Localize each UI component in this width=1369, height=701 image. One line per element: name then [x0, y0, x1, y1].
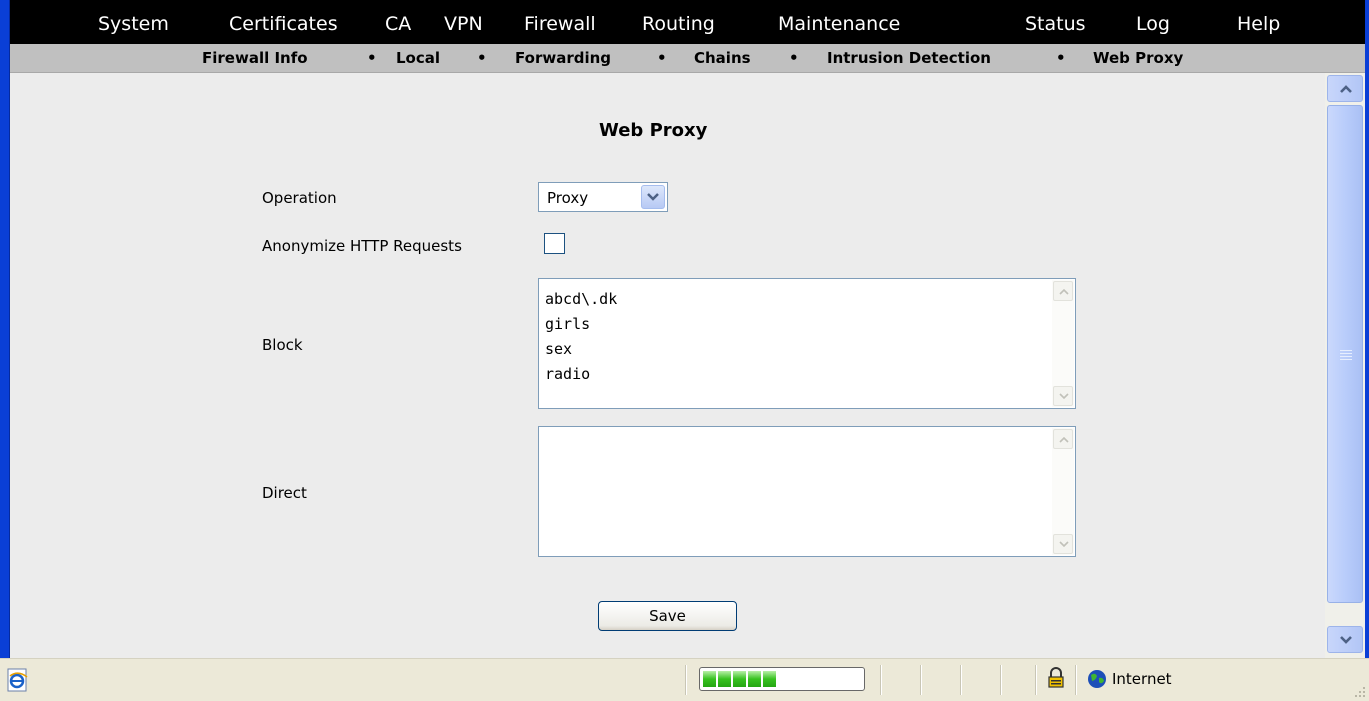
submenu-local[interactable]: Local	[396, 49, 440, 67]
progress-block	[763, 671, 776, 687]
menu-ca[interactable]: CA	[385, 13, 411, 35]
menu-help[interactable]: Help	[1237, 13, 1280, 35]
direct-textarea[interactable]	[538, 426, 1076, 557]
menu-vpn[interactable]: VPN	[444, 13, 483, 35]
anonymize-checkbox[interactable]	[544, 233, 565, 254]
submenu-intrusion-detection[interactable]: Intrusion Detection	[827, 49, 991, 67]
submenu-separator: •	[789, 49, 799, 67]
menu-firewall[interactable]: Firewall	[524, 13, 596, 35]
progress-block	[703, 671, 716, 687]
menu-maintenance[interactable]: Maintenance	[778, 13, 900, 35]
scrollbar-thumb[interactable]	[1327, 105, 1363, 603]
scroll-up-icon[interactable]	[1053, 429, 1073, 449]
menu-certificates[interactable]: Certificates	[229, 13, 338, 35]
main-menu: System Certificates CA VPN Firewall Rout…	[10, 0, 1365, 44]
page-scrollbar[interactable]	[1325, 73, 1365, 658]
progress-block	[733, 671, 746, 687]
scroll-up-icon[interactable]	[1053, 281, 1073, 301]
menu-system[interactable]: System	[98, 13, 169, 35]
submenu-chains[interactable]: Chains	[694, 49, 751, 67]
window-frame-right	[1365, 0, 1369, 658]
scroll-up-icon[interactable]	[1327, 75, 1363, 102]
direct-label: Direct	[262, 484, 307, 502]
submenu-web-proxy[interactable]: Web Proxy	[1093, 49, 1183, 67]
submenu-forwarding[interactable]: Forwarding	[515, 49, 611, 67]
chevron-down-icon[interactable]	[641, 185, 665, 209]
submenu-separator: •	[477, 49, 487, 67]
globe-icon	[1088, 670, 1106, 688]
submenu-firewall-info[interactable]: Firewall Info	[202, 49, 308, 67]
block-textarea[interactable]: abcd\.dk girls sex radio	[538, 278, 1076, 409]
resize-grip-icon[interactable]	[1353, 685, 1367, 699]
status-bar: Internet	[0, 658, 1369, 701]
progress-block	[748, 671, 761, 687]
progress-block	[718, 671, 731, 687]
block-label: Block	[262, 336, 303, 354]
block-scrollbar[interactable]	[1052, 280, 1074, 407]
submenu-separator: •	[657, 49, 667, 67]
security-zone-label: Internet	[1112, 670, 1172, 688]
anonymize-label: Anonymize HTTP Requests	[262, 237, 462, 255]
ie-page-icon	[7, 668, 28, 692]
firewall-submenu: Firewall Info • Local • Forwarding • Cha…	[10, 44, 1365, 73]
block-textarea-text[interactable]: abcd\.dk girls sex radio	[545, 287, 617, 387]
operation-label: Operation	[262, 189, 337, 207]
progress-bar	[699, 667, 865, 691]
submenu-separator: •	[1056, 49, 1066, 67]
operation-selected-value: Proxy	[547, 189, 589, 207]
scroll-down-icon[interactable]	[1053, 534, 1073, 554]
menu-routing[interactable]: Routing	[642, 13, 715, 35]
scroll-down-icon[interactable]	[1327, 626, 1363, 653]
scroll-down-icon[interactable]	[1053, 386, 1073, 406]
menu-status[interactable]: Status	[1025, 13, 1086, 35]
save-button[interactable]: Save	[598, 601, 737, 631]
operation-select[interactable]: Proxy	[538, 182, 668, 212]
page-title: Web Proxy	[599, 120, 708, 141]
menu-log[interactable]: Log	[1136, 13, 1170, 35]
submenu-separator: •	[367, 49, 377, 67]
direct-scrollbar[interactable]	[1052, 428, 1074, 555]
window-frame-left	[0, 0, 10, 658]
lock-icon	[1048, 667, 1064, 688]
